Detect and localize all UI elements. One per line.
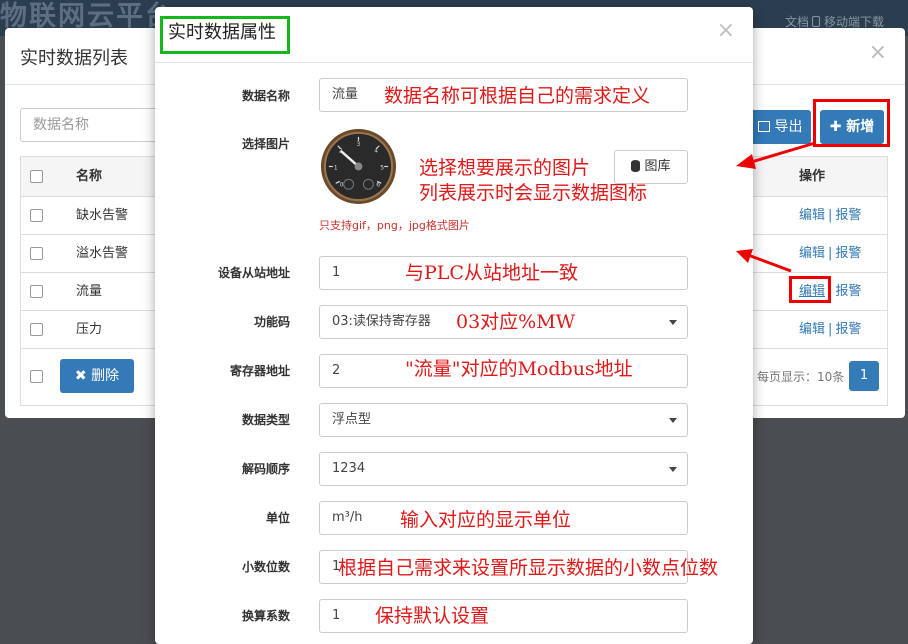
svg-text:5: 5 (380, 165, 384, 171)
slave-address-label: 设备从站地址 (217, 266, 290, 280)
decode-order-label: 解码顺序 (241, 462, 290, 476)
image-label: 选择图片 (241, 137, 290, 151)
title-highlight-box (160, 16, 290, 54)
annotation-image-1: 选择想要展示的图片 (419, 157, 591, 179)
delete-button[interactable]: ✖ 删除 (60, 359, 134, 393)
edit-link[interactable]: 编辑 (799, 246, 825, 261)
row-ops: 编辑 | 报警 (799, 311, 861, 349)
data-type-label: 数据类型 (241, 413, 290, 427)
function-code-label: 功能码 (253, 315, 290, 329)
database-icon (631, 160, 641, 172)
row-name: 溢水告警 (76, 246, 129, 261)
list-close-icon[interactable]: × (869, 40, 887, 65)
add-button-highlight-box (813, 99, 890, 147)
edit-link-highlight-box (789, 276, 831, 303)
annotation-register: "流量"对应的Modbus地址 (405, 358, 633, 380)
op-separator: | (828, 322, 833, 337)
edit-link[interactable]: 编辑 (799, 208, 825, 223)
alarm-link[interactable]: 报警 (835, 322, 861, 337)
search-input[interactable]: 数据名称 (20, 108, 170, 142)
annotation-conversion: 保持默认设置 (375, 605, 490, 627)
per-page-text: 每页显示：10条 (757, 370, 845, 384)
annotation-func: 03对应%MW (456, 311, 576, 333)
row-checkbox[interactable] (30, 247, 43, 260)
conversion-label: 换算系数 (241, 609, 290, 623)
select-all-checkbox[interactable] (30, 170, 43, 183)
svg-text:3: 3 (357, 142, 361, 148)
page-button[interactable]: 1 (849, 361, 879, 391)
annotation-decimals: 根据自己需求来设置所显示数据的小数点位数 (338, 557, 719, 579)
row-ops: 编辑 | 报警 (799, 235, 861, 273)
column-name-header: 名称 (76, 169, 103, 184)
data-type-select[interactable]: 浮点型 (319, 403, 688, 437)
image-format-hint: 只支持gif，png，jpg格式图片 (319, 219, 470, 232)
row-name: 流量 (76, 284, 103, 299)
svg-text:6: 6 (376, 182, 380, 188)
footer-checkbox[interactable] (30, 370, 43, 383)
gauge-icon[interactable]: 012 3456 (319, 127, 398, 206)
backdrop (754, 418, 908, 644)
column-ops-header: 操作 (799, 169, 826, 184)
annotation-slave: 与PLC从站地址一致 (405, 262, 578, 284)
unit-label: 单位 (265, 511, 290, 525)
annotation-image-2: 列表展示时会显示数据图标 (419, 182, 648, 204)
name-label: 数据名称 (241, 89, 290, 103)
op-separator: | (828, 246, 833, 261)
prop-close-icon[interactable]: × (717, 18, 735, 43)
row-checkbox[interactable] (30, 285, 43, 298)
op-separator: | (828, 208, 833, 223)
svg-text:1: 1 (334, 165, 338, 171)
delete-icon: ✖ (74, 368, 92, 384)
alarm-link[interactable]: 报警 (835, 208, 861, 223)
svg-text:0: 0 (340, 182, 344, 188)
phone-icon (812, 16, 820, 27)
row-name: 压力 (76, 322, 103, 337)
register-address-label: 寄存器地址 (229, 364, 290, 378)
annotation-name: 数据名称可根据自己的需求定义 (384, 85, 651, 107)
decode-order-select[interactable]: 1234 (319, 452, 688, 486)
row-name: 缺水告警 (76, 208, 129, 223)
row-checkbox[interactable] (30, 209, 43, 222)
image-library-button[interactable]: 图库 (614, 150, 688, 184)
annotation-unit: 输入对应的显示单位 (400, 509, 572, 531)
svg-text:4: 4 (374, 149, 378, 155)
export-button[interactable]: 导出 (749, 110, 811, 144)
export-icon (757, 121, 770, 132)
edit-link[interactable]: 编辑 (799, 322, 825, 337)
row-checkbox[interactable] (30, 323, 43, 336)
row-ops: 编辑 | 报警 (799, 197, 861, 235)
decimals-label: 小数位数 (241, 560, 290, 574)
alarm-link[interactable]: 报警 (835, 284, 861, 299)
alarm-link[interactable]: 报警 (835, 246, 861, 261)
list-modal-title: 实时数据列表 (20, 48, 128, 69)
